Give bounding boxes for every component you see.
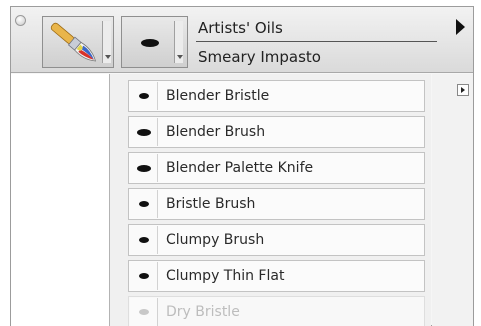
brush-dab-icon xyxy=(139,309,149,315)
dab-preview xyxy=(130,298,158,326)
brush-variant-list: Blender Bristle Blender Brush Blender Pa… xyxy=(109,74,431,326)
brush-dab-icon xyxy=(137,129,151,136)
brush-selector-palette: Artists' Oils Smeary Impasto Blender Bri… xyxy=(10,6,474,326)
brush-variant-name[interactable]: Smeary Impasto xyxy=(198,48,321,66)
variant-label: Bristle Brush xyxy=(166,196,256,212)
right-strip xyxy=(432,74,473,326)
dab-preview xyxy=(130,190,158,218)
dab-preview xyxy=(130,118,158,146)
variant-label: Dry Bristle xyxy=(166,304,240,320)
brush-dab-icon xyxy=(139,237,149,243)
dab-preview xyxy=(130,154,158,182)
variant-label: Clumpy Thin Flat xyxy=(166,268,285,284)
brush-category-selector[interactable] xyxy=(42,16,114,68)
brush-category-name[interactable]: Artists' Oils xyxy=(198,19,283,37)
brush-selector-bar: Artists' Oils Smeary Impasto xyxy=(11,7,473,73)
variant-label: Blender Brush xyxy=(166,124,266,140)
dab-preview xyxy=(130,262,158,290)
variant-label: Clumpy Brush xyxy=(166,232,265,248)
variant-dropdown-arrow-icon[interactable] xyxy=(174,21,183,63)
brush-variant-selector[interactable] xyxy=(121,16,188,68)
left-pane xyxy=(11,74,109,326)
header-divider xyxy=(196,41,437,42)
brush-dab-icon xyxy=(139,93,149,99)
variant-item-clumpy-brush[interactable]: Clumpy Brush xyxy=(128,224,425,256)
dab-preview xyxy=(130,82,158,110)
variant-item-blender-bristle[interactable]: Blender Bristle xyxy=(128,80,425,112)
dab-preview xyxy=(130,226,158,254)
variant-item-clumpy-thin-flat[interactable]: Clumpy Thin Flat xyxy=(128,260,425,292)
brush-dab-icon xyxy=(137,165,151,172)
paintbrush-icon xyxy=(50,22,96,62)
variant-item-blender-palette-knife[interactable]: Blender Palette Knife xyxy=(128,152,425,184)
variant-item-blender-brush[interactable]: Blender Brush xyxy=(128,116,425,148)
brush-dab-icon xyxy=(141,39,159,47)
palette-menu-triangle-icon[interactable] xyxy=(456,19,465,35)
variant-item-bristle-brush[interactable]: Bristle Brush xyxy=(128,188,425,220)
flyout-menu-icon[interactable] xyxy=(457,84,469,96)
brush-dab-icon xyxy=(139,201,149,207)
close-icon[interactable] xyxy=(15,15,26,26)
variant-label: Blender Bristle xyxy=(166,88,270,104)
category-dropdown-arrow-icon[interactable] xyxy=(102,21,111,63)
brush-dab-icon xyxy=(139,273,149,279)
variant-label: Blender Palette Knife xyxy=(166,160,314,176)
variant-item-dry-bristle[interactable]: Dry Bristle xyxy=(128,296,425,326)
